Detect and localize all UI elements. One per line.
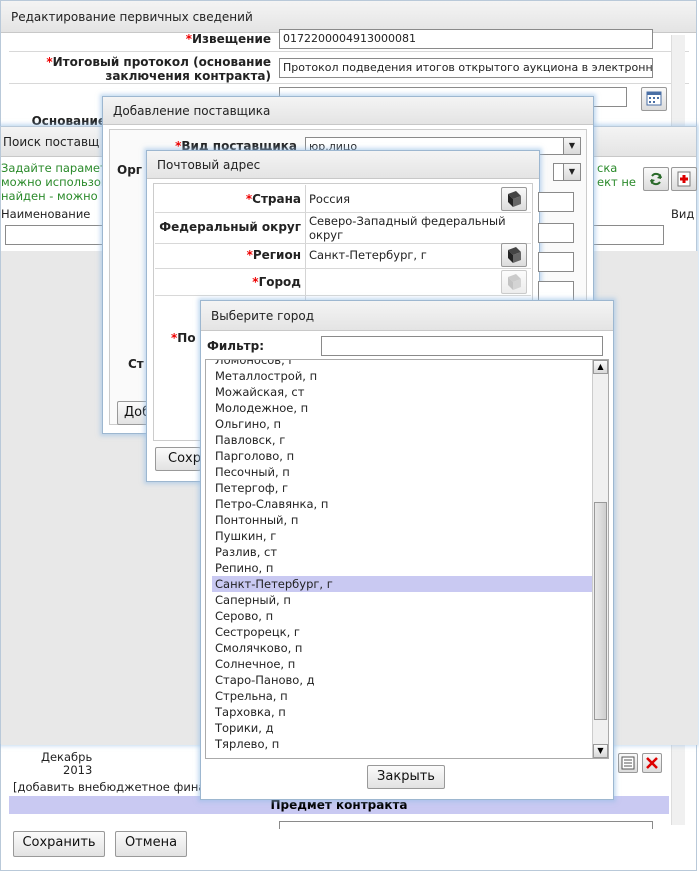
city-list-item[interactable]: Санкт-Петербург, г bbox=[212, 576, 592, 592]
add-supplier-field-1[interactable] bbox=[538, 192, 574, 212]
col-type-header: Вид bbox=[671, 207, 695, 221]
city-list-item[interactable]: Тярлево, п bbox=[212, 736, 592, 752]
country-value: Россия bbox=[309, 192, 351, 206]
city-list-item[interactable]: Солнечное, п bbox=[212, 656, 592, 672]
edit-row-button[interactable] bbox=[618, 753, 638, 773]
city-list-item[interactable]: Павловск, г bbox=[212, 432, 592, 448]
city-list-item[interactable]: Сестрорецк, г bbox=[212, 624, 592, 640]
city-label: *Город bbox=[252, 275, 301, 289]
district-value: Северо-Западный федеральный округ bbox=[309, 214, 506, 242]
city-list-item[interactable]: Пушкин, г bbox=[212, 528, 592, 544]
country-lookup-button[interactable] bbox=[501, 187, 527, 211]
chevron-down-icon: ▼ bbox=[563, 164, 580, 180]
refresh-icon bbox=[650, 172, 662, 186]
city-list-item[interactable]: Металлострой, п bbox=[212, 368, 592, 384]
add-icon bbox=[677, 171, 691, 187]
search-hint-r1: ска bbox=[597, 161, 618, 175]
contract-subject-select[interactable] bbox=[279, 821, 653, 829]
list-icon bbox=[621, 756, 635, 770]
add-supplier-field-4[interactable] bbox=[538, 281, 574, 301]
city-list-item[interactable]: Смолячково, п bbox=[212, 640, 592, 656]
city-list-item[interactable]: Торики, д bbox=[212, 720, 592, 736]
region-label: *Регион bbox=[246, 248, 301, 262]
add-offbudget-link[interactable]: [добавить внебюджетное фина bbox=[13, 780, 205, 794]
delete-icon bbox=[646, 757, 658, 769]
main-cancel-button[interactable]: Отмена bbox=[115, 831, 187, 857]
filter-input[interactable] bbox=[321, 336, 603, 356]
city-list-item[interactable]: Молодежное, п bbox=[212, 400, 592, 416]
book-icon bbox=[508, 191, 521, 207]
scroll-up-icon[interactable]: ▲ bbox=[593, 360, 608, 374]
region-lookup-button[interactable] bbox=[501, 243, 527, 267]
delete-row-button[interactable] bbox=[642, 753, 662, 773]
add-supplier-field-2[interactable] bbox=[538, 223, 574, 243]
filter-label: Фильтр: bbox=[207, 339, 265, 353]
calendar-icon bbox=[646, 91, 662, 106]
name-filter-input[interactable] bbox=[5, 225, 105, 245]
district-label: Федеральный округ bbox=[159, 220, 301, 234]
city-list-item[interactable]: Стрельна, п bbox=[212, 688, 592, 704]
select-city-title: Выберите город bbox=[201, 301, 613, 331]
org-select[interactable]: ▼ bbox=[553, 163, 581, 181]
city-list-item[interactable]: Песочный, п bbox=[212, 464, 592, 480]
chevron-down-icon: ▼ bbox=[563, 138, 580, 154]
city-list-item[interactable]: Старо-Паново, д bbox=[212, 672, 592, 688]
city-list-item[interactable]: Серово, п bbox=[212, 608, 592, 624]
city-list-item[interactable]: Саперный, п bbox=[212, 592, 592, 608]
city-list-item[interactable]: Можайская, ст bbox=[212, 384, 592, 400]
scroll-thumb[interactable] bbox=[594, 502, 607, 720]
city-list-item[interactable]: Ольгино, п bbox=[212, 416, 592, 432]
region-value: Санкт-Петербург, г bbox=[309, 248, 427, 262]
postal-save-button[interactable]: Сохр bbox=[155, 447, 201, 471]
city-list-item[interactable]: Петергоф, г bbox=[212, 480, 592, 496]
notice-field[interactable]: 0172200004913000081 bbox=[279, 29, 653, 49]
city-list-item[interactable]: Петро-Славянка, п bbox=[212, 496, 592, 512]
main-save-button[interactable]: Сохранить bbox=[13, 831, 105, 857]
add-supplier-title: Добавление поставщика bbox=[103, 97, 593, 125]
city-list-item[interactable]: Разлив, ст bbox=[212, 544, 592, 560]
add-supplier-button[interactable] bbox=[671, 167, 697, 191]
protocol-label: *Итоговый протокол (основание заключения … bbox=[46, 55, 271, 83]
city-list-item[interactable]: Ломоносов, г bbox=[212, 360, 592, 368]
protocol-field[interactable]: Протокол подведения итогов открытого аук… bbox=[279, 58, 653, 78]
close-button[interactable]: Закрыть bbox=[367, 765, 445, 789]
city-list-item[interactable]: Понтонный, п bbox=[212, 512, 592, 528]
city-list-item[interactable]: Тарховка, п bbox=[212, 704, 592, 720]
city-list[interactable]: Ломоносов, г Металлострой, п Можайская, ст… bbox=[205, 359, 609, 759]
search-hint-1: Задайте парамет bbox=[1, 161, 107, 175]
year-label: 2013 bbox=[63, 763, 93, 777]
city-list-scrollbar[interactable]: ▲ ▼ bbox=[592, 360, 608, 758]
postal-address-title: Почтовый адрес bbox=[147, 151, 539, 179]
type-filter-input[interactable] bbox=[591, 225, 664, 245]
search-hint-3: найден - можно bbox=[1, 189, 98, 203]
col-name-header: Наименование bbox=[1, 207, 91, 221]
city-list-item[interactable]: Репино, п bbox=[212, 560, 592, 576]
book-icon bbox=[508, 247, 521, 263]
city-list-item[interactable]: Парголово, п bbox=[212, 448, 592, 464]
add-supplier-field-3[interactable] bbox=[538, 252, 574, 272]
search-hint-r2: ект не bbox=[597, 175, 636, 189]
refresh-button[interactable] bbox=[643, 167, 669, 191]
city-lookup-button[interactable] bbox=[501, 270, 527, 294]
book-icon bbox=[508, 274, 521, 290]
calendar-button[interactable] bbox=[641, 87, 667, 111]
select-city-dialog: Выберите город Фильтр: Ломоносов, г Метал… bbox=[200, 300, 614, 800]
scroll-down-icon[interactable]: ▼ bbox=[593, 744, 608, 758]
country-label: *Страна bbox=[245, 192, 301, 206]
month-label: Декабрь bbox=[41, 750, 93, 764]
notice-label: *Извещение bbox=[185, 32, 271, 46]
search-hint-2: можно использов bbox=[1, 175, 108, 189]
